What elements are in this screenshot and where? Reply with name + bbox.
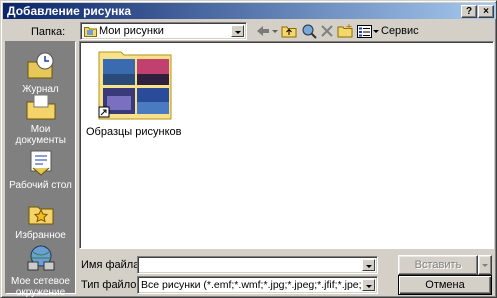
lookin-label: Папка: — [31, 26, 66, 38]
dialog-window: Добавление рисунка ? × Папка: Мои рисунк… — [0, 0, 497, 298]
tools-label: Сервис — [381, 25, 419, 37]
close-button[interactable]: × — [478, 5, 494, 18]
file-list[interactable]: Образцы рисунков — [79, 41, 494, 249]
picture-folder-icon — [98, 51, 172, 120]
place-my-documents[interactable]: Мои документы — [6, 92, 75, 146]
desktop-icon — [30, 150, 51, 176]
history-icon — [27, 52, 53, 79]
chevron-down-icon[interactable] — [362, 279, 375, 291]
place-label: Мои документы — [15, 124, 67, 146]
chevron-down-icon[interactable] — [362, 259, 375, 271]
place-label: Мое сетевое окружение — [11, 276, 70, 298]
insert-button[interactable]: Вставить — [398, 255, 478, 275]
new-folder-icon — [337, 24, 353, 38]
favorites-icon — [28, 206, 53, 225]
my-documents-icon — [26, 94, 55, 120]
cancel-button[interactable]: Отмена — [398, 275, 492, 295]
place-history[interactable]: Журнал — [6, 52, 75, 95]
filetype-label: Тип файлов: — [81, 279, 146, 291]
filetype-value: Все рисунки (*.emf;*.wmf;*.jpg;*.jpeg;*.… — [141, 279, 361, 291]
filename-combo[interactable] — [137, 256, 378, 274]
search-web-button[interactable] — [300, 22, 318, 40]
place-label: Рабочий стол — [9, 180, 72, 191]
search-web-icon — [302, 24, 317, 39]
back-button[interactable] — [253, 22, 273, 40]
back-dropdown[interactable] — [271, 22, 279, 40]
views-dropdown[interactable] — [372, 22, 380, 40]
chevron-down-icon — [482, 264, 488, 267]
title-bar[interactable]: Добавление рисунка ? × — [3, 3, 496, 19]
up-folder-icon — [281, 26, 297, 38]
folder-icon — [84, 27, 97, 37]
place-desktop[interactable]: Рабочий стол — [6, 148, 75, 191]
up-folder-button[interactable] — [280, 22, 298, 40]
places-bar: Журнал Мои документы Рабочий стол Избран… — [5, 41, 76, 298]
chevron-down-icon[interactable] — [231, 25, 244, 37]
file-name: Образцы рисунков — [86, 126, 182, 138]
chevron-down-icon — [373, 30, 379, 33]
chevron-down-icon — [272, 30, 278, 33]
place-network[interactable]: Мое сетевое окружение — [6, 244, 75, 298]
insert-options-button[interactable] — [478, 255, 492, 275]
views-button[interactable] — [355, 22, 373, 40]
tools-menu-button[interactable]: Сервис — [381, 22, 421, 40]
new-folder-button[interactable] — [336, 22, 354, 40]
views-icon — [356, 24, 372, 38]
place-label: Избранное — [15, 230, 66, 241]
lookin-combo[interactable]: Мои рисунки — [80, 22, 247, 40]
file-item[interactable]: Образцы рисунков — [86, 46, 182, 138]
window-title: Добавление рисунка — [7, 4, 132, 18]
insert-label: Вставить — [414, 259, 462, 271]
back-arrow-icon — [257, 26, 269, 36]
delete-button[interactable] — [319, 22, 335, 40]
network-places-icon — [27, 245, 54, 271]
place-favorites[interactable]: Избранное — [6, 198, 75, 241]
filetype-combo[interactable]: Все рисунки (*.emf;*.wmf;*.jpg;*.jpeg;*.… — [137, 276, 378, 294]
cancel-label: Отмена — [425, 279, 465, 291]
help-button[interactable]: ? — [461, 5, 477, 18]
delete-icon — [321, 25, 333, 37]
lookin-value: Мои рисунки — [99, 25, 164, 37]
filename-label: Имя файла: — [81, 259, 143, 271]
